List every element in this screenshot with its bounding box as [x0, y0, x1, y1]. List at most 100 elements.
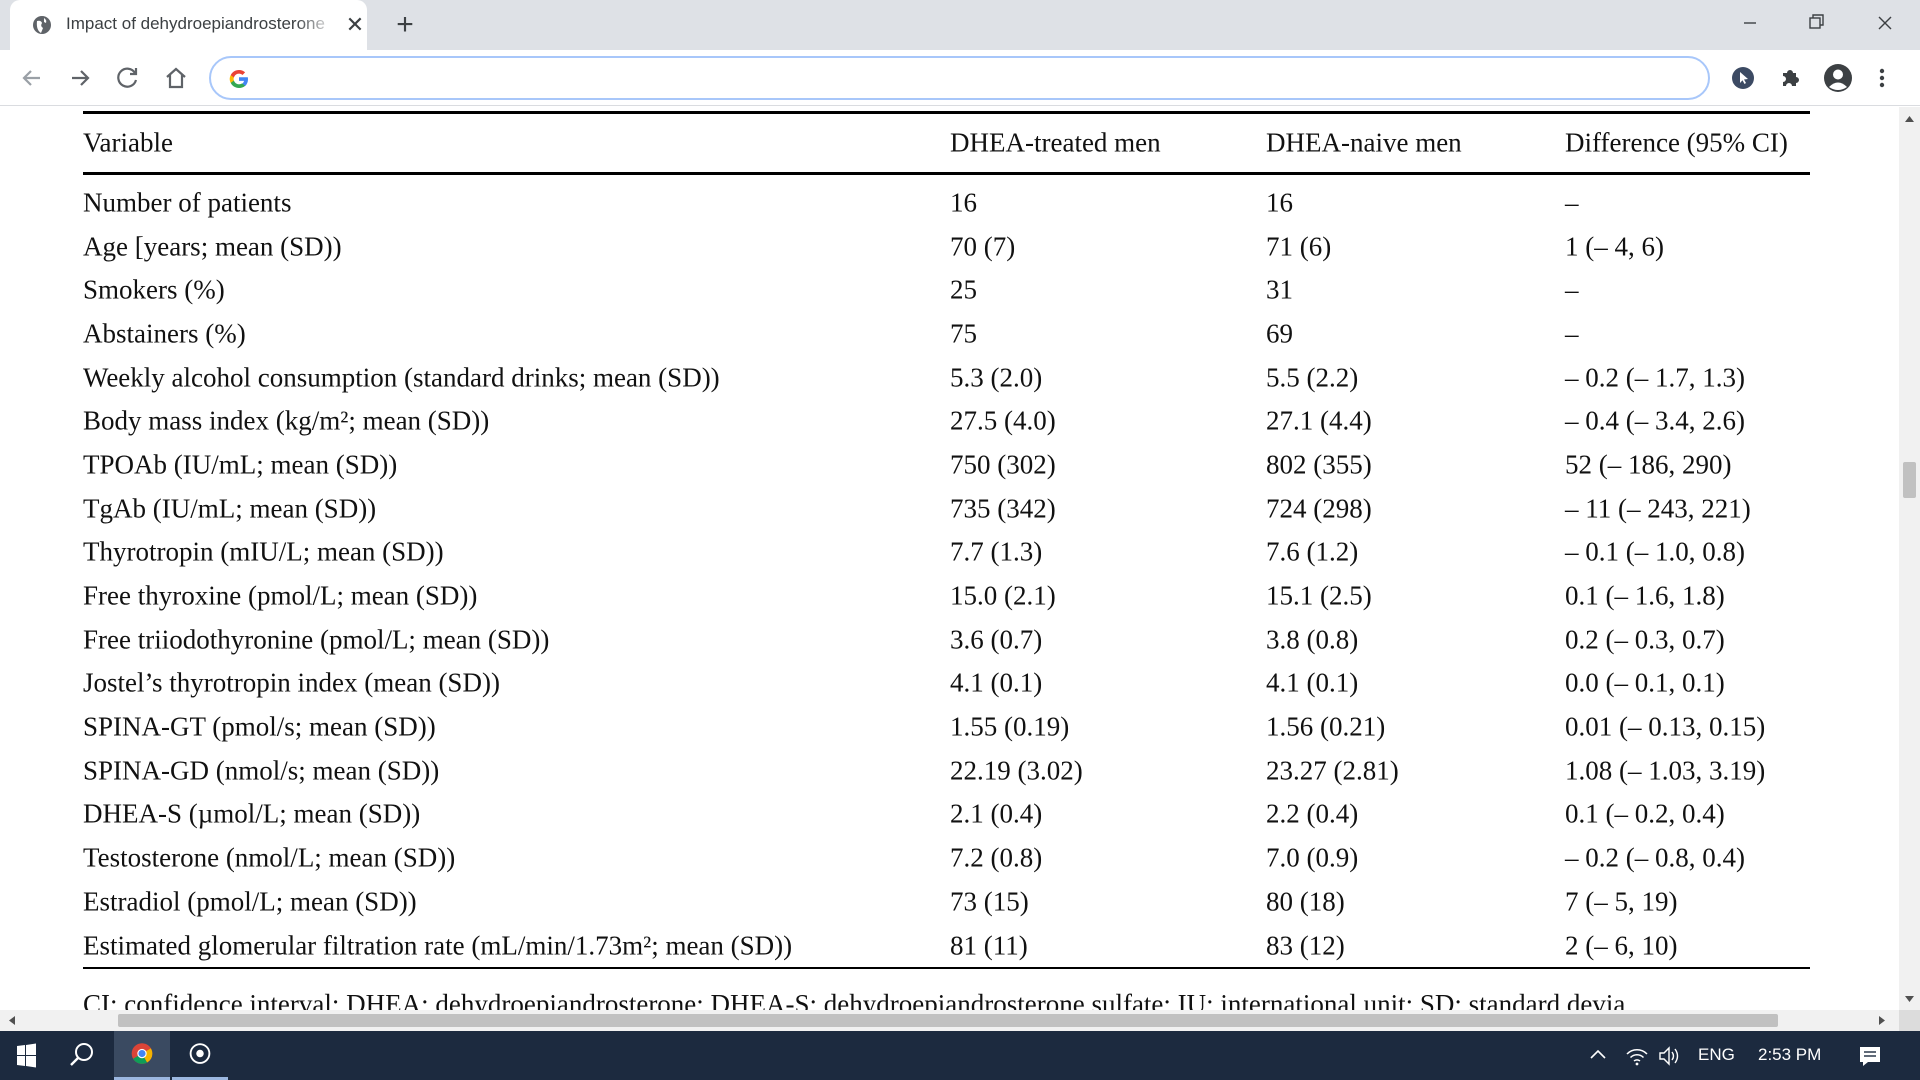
plus-icon[interactable]: +	[390, 10, 420, 40]
table-row: Free thyroxine (pmol/L; mean (SD)) 15.0 (…	[83, 574, 1810, 618]
table-row: DHEA-S (µmol/L; mean (SD)) 2.1 (0.4) 2.2 (…	[83, 793, 1810, 837]
table-row: Weekly alcohol consumption (standard dri…	[83, 356, 1810, 400]
cell-dhea-treated: 16	[950, 187, 977, 218]
table-row: Estimated glomerular filtration rate (mL…	[83, 924, 1810, 968]
cell-difference: 2 (– 6, 10)	[1565, 930, 1678, 961]
table-row: TPOAb (IU/mL; mean (SD)) 750 (302) 802 (35…	[83, 443, 1810, 487]
header-dhea-treated: DHEA-treated men	[950, 127, 1161, 158]
puzzle-icon[interactable]	[1774, 62, 1806, 94]
cell-variable: Estradiol (pmol/L; mean (SD))	[83, 886, 417, 917]
cell-dhea-treated: 7.7 (1.3)	[950, 536, 1043, 567]
horizontal-scroll-thumb[interactable]	[118, 1014, 1778, 1027]
browser-tab[interactable]: Impact of dehydroepiandrosterone ✕	[10, 0, 367, 50]
cell-variable: TgAb (IU/mL; mean (SD))	[83, 493, 377, 524]
notification-icon[interactable]	[1856, 1042, 1884, 1070]
cell-dhea-naive: 15.1 (2.5)	[1266, 580, 1372, 611]
cell-difference: – 0.2 (– 0.8, 0.4)	[1565, 842, 1745, 873]
horizontal-scrollbar[interactable]	[0, 1010, 1899, 1031]
header-difference: Difference (95% CI)	[1565, 127, 1788, 158]
header-dhea-naive: DHEA-naive men	[1266, 127, 1462, 158]
cell-dhea-treated: 70 (7)	[950, 231, 1016, 262]
cell-dhea-naive: 27.1 (4.4)	[1266, 405, 1372, 436]
table-row: SPINA-GD (nmol/s; mean (SD)) 22.19 (3.02)…	[83, 749, 1810, 793]
cell-difference: 0.1 (– 1.6, 1.8)	[1565, 580, 1725, 611]
cell-difference: 1 (– 4, 6)	[1565, 231, 1664, 262]
cell-dhea-naive: 83 (12)	[1266, 930, 1345, 961]
app-icon[interactable]	[172, 1031, 228, 1080]
cell-dhea-treated: 3.6 (0.7)	[950, 624, 1043, 655]
cell-variable: Smokers (%)	[83, 274, 225, 305]
scroll-corner	[1899, 1010, 1920, 1031]
language-indicator[interactable]: ENG	[1698, 1045, 1735, 1065]
volume-icon[interactable]	[1656, 1043, 1682, 1069]
cell-dhea-treated: 15.0 (2.1)	[950, 580, 1056, 611]
cell-difference: – 0.4 (– 3.4, 2.6)	[1565, 405, 1745, 436]
address-bar[interactable]	[209, 56, 1710, 100]
cell-dhea-naive: 7.6 (1.2)	[1266, 536, 1359, 567]
profile-icon[interactable]	[1822, 62, 1854, 94]
cell-dhea-naive: 16	[1266, 187, 1293, 218]
cell-dhea-treated: 81 (11)	[950, 930, 1028, 961]
globe-icon	[33, 16, 51, 34]
cell-dhea-treated: 75	[950, 318, 977, 349]
clock[interactable]: 2:53 PM	[1758, 1045, 1821, 1065]
cell-difference: – 0.2 (– 1.7, 1.3)	[1565, 362, 1745, 393]
window-close-icon[interactable]	[1855, 6, 1915, 40]
table-row: Age [years; mean (SD)) 70 (7) 71 (6) 1 (– 4…	[83, 225, 1810, 269]
vertical-scroll-thumb[interactable]	[1903, 462, 1916, 498]
table-row: Testosterone (nmol/L; mean (SD)) 7.2 (0.8…	[83, 836, 1810, 880]
extension-cursor-icon[interactable]	[1727, 62, 1759, 94]
cell-variable: Number of patients	[83, 187, 292, 218]
cell-variable: Body mass index (kg/m²; mean (SD))	[83, 405, 490, 436]
minimize-icon[interactable]	[1720, 6, 1780, 40]
table-row: Smokers (%) 25 31 –	[83, 268, 1810, 312]
forward-arrow-icon[interactable]	[62, 60, 98, 96]
cell-variable: TPOAb (IU/mL; mean (SD))	[83, 449, 398, 480]
cell-difference: –	[1565, 318, 1579, 349]
cell-dhea-naive: 1.56 (0.21)	[1266, 711, 1386, 742]
cell-dhea-treated: 4.1 (0.1)	[950, 667, 1043, 698]
cell-dhea-naive: 71 (6)	[1266, 231, 1332, 262]
table-footnote: CI: confidence interval; DHEA: dehydroep…	[83, 989, 1626, 1010]
table-bottom-rule	[83, 967, 1810, 970]
wifi-icon[interactable]	[1624, 1043, 1650, 1069]
back-arrow-icon[interactable]	[14, 60, 50, 96]
cell-dhea-naive: 31	[1266, 274, 1293, 305]
chevron-up-icon[interactable]	[1586, 1043, 1610, 1067]
cell-difference: – 0.1 (– 1.0, 0.8)	[1565, 536, 1745, 567]
cell-difference: –	[1565, 187, 1579, 218]
cell-dhea-naive: 3.8 (0.8)	[1266, 624, 1359, 655]
scroll-right-arrow-icon[interactable]	[1874, 1013, 1890, 1028]
restore-icon[interactable]	[1786, 6, 1846, 40]
home-icon[interactable]	[158, 60, 194, 96]
cell-difference: – 11 (– 243, 221)	[1565, 493, 1751, 524]
scroll-left-arrow-icon[interactable]	[4, 1013, 20, 1028]
table-row: Body mass index (kg/m²; mean (SD)) 27.5 (…	[83, 399, 1810, 443]
cell-dhea-naive: 4.1 (0.1)	[1266, 667, 1359, 698]
cell-variable: Estimated glomerular filtration rate (mL…	[83, 930, 793, 961]
cell-difference: 0.2 (– 0.3, 0.7)	[1565, 624, 1725, 655]
cell-dhea-naive: 69	[1266, 318, 1293, 349]
scroll-up-arrow-icon[interactable]	[1899, 111, 1920, 127]
table-row: Thyrotropin (mIU/L; mean (SD)) 7.7 (1.3) 7…	[83, 531, 1810, 575]
reload-icon[interactable]	[110, 60, 146, 96]
cell-dhea-treated: 2.1 (0.4)	[950, 798, 1043, 829]
cell-dhea-treated: 1.55 (0.19)	[950, 711, 1070, 742]
cell-dhea-treated: 7.2 (0.8)	[950, 842, 1043, 873]
cell-dhea-naive: 7.0 (0.9)	[1266, 842, 1359, 873]
table-row: Jostel’s thyrotropin index (mean (SD)) 4.…	[83, 662, 1810, 706]
tab-title: Impact of dehydroepiandrosterone	[66, 14, 336, 34]
scroll-down-arrow-icon[interactable]	[1899, 991, 1920, 1007]
cell-variable: Age [years; mean (SD))	[83, 231, 342, 262]
kebab-menu-icon[interactable]	[1872, 62, 1892, 94]
cell-variable: Testosterone (nmol/L; mean (SD))	[83, 842, 456, 873]
address-input[interactable]	[263, 64, 1683, 92]
chrome-icon[interactable]	[114, 1031, 170, 1080]
windows-start-icon[interactable]	[0, 1031, 52, 1080]
search-icon[interactable]	[56, 1031, 106, 1080]
close-icon[interactable]: ✕	[343, 13, 367, 37]
google-g-icon	[229, 70, 248, 88]
vertical-scrollbar[interactable]	[1899, 107, 1920, 1010]
data-table: Variable DHEA-treated men DHEA-naive men…	[83, 111, 1810, 1010]
cell-variable: DHEA-S (µmol/L; mean (SD))	[83, 798, 421, 829]
